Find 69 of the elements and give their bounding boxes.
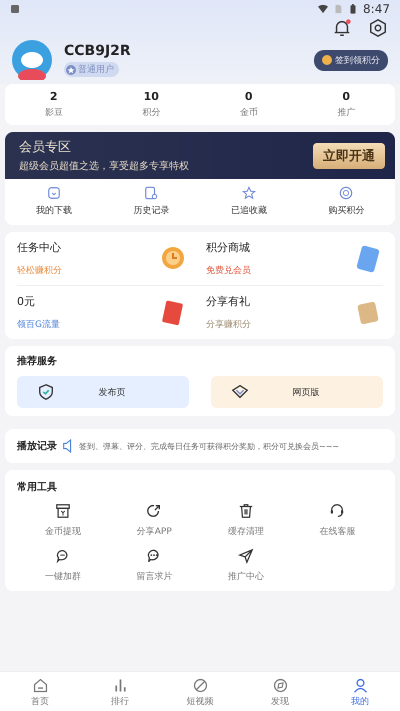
- speaker-icon: [62, 439, 74, 453]
- user-level-badge: 普通用户: [64, 62, 119, 77]
- home-icon: [32, 677, 48, 694]
- stat-value: 2: [50, 90, 58, 103]
- coin-icon: [322, 55, 332, 65]
- service-button[interactable]: 发布页: [17, 376, 189, 408]
- no-sim-icon: [333, 4, 344, 14]
- stat-label: 影豆: [44, 106, 63, 119]
- trash-icon: [238, 503, 254, 519]
- section-title: 推荐服务: [17, 354, 58, 368]
- stat-label: 积分: [142, 106, 160, 119]
- paper-plane-icon: [238, 548, 254, 564]
- vip-banner[interactable]: 会员专区 超级会员超值之选，享受超多专享特权 立即开通: [5, 132, 395, 179]
- sign-in-button[interactable]: 签到领积分: [314, 50, 388, 70]
- tool-label[interactable]: 留言求片: [136, 570, 172, 583]
- feature-subtitle: 领百G流量: [17, 318, 61, 331]
- compass-icon: [272, 677, 288, 694]
- avatar[interactable]: [12, 40, 52, 80]
- share-icon: [146, 503, 162, 519]
- diamond-icon: [231, 383, 249, 401]
- feature-title[interactable]: 积分商城: [206, 240, 353, 255]
- shortcut-label[interactable]: 已追收藏: [230, 204, 267, 217]
- bell-icon[interactable]: [332, 18, 352, 38]
- tool-label[interactable]: 缓存清理: [228, 525, 264, 538]
- nav-tab[interactable]: 发现: [240, 677, 320, 708]
- stat-label: 金币: [240, 106, 258, 119]
- stat-value: 0: [342, 90, 350, 103]
- service-button[interactable]: 网页版: [211, 376, 383, 408]
- shortcut-label[interactable]: 我的下载: [36, 204, 72, 217]
- slashed-circle-icon: [192, 677, 208, 694]
- person-icon: [352, 677, 368, 694]
- feature-title[interactable]: 0元: [17, 294, 158, 309]
- stat-label: 推广: [337, 106, 356, 119]
- document-icon: [144, 186, 158, 200]
- stat-value: 10: [144, 90, 159, 103]
- feature-subtitle: 分享赚积分: [206, 318, 252, 331]
- announcement-text: 签到、弹幕、评分、完成每日任务可获得积分奖励，积分可兑换会员~~~: [79, 440, 340, 452]
- user-name: CCB9J2R: [64, 43, 131, 59]
- star-icon: [242, 186, 256, 200]
- section-title: 常用工具: [17, 480, 58, 494]
- tool-label[interactable]: 在线客服: [319, 525, 356, 538]
- wallet-icon: [54, 503, 71, 519]
- wifi-icon: [318, 4, 328, 14]
- headset-icon: [329, 503, 346, 519]
- download-icon: [46, 186, 61, 200]
- battery-icon: [348, 4, 358, 14]
- nav-tab[interactable]: 首页: [0, 677, 80, 708]
- tool-label[interactable]: 一键加群: [44, 570, 81, 583]
- activate-button[interactable]: 立即开通: [313, 142, 385, 168]
- tool-label[interactable]: 金币提现: [44, 525, 81, 538]
- feature-title[interactable]: 分享有礼: [206, 294, 353, 309]
- coin-icon: [339, 186, 354, 200]
- nav-tab[interactable]: 我的: [320, 677, 400, 708]
- shield-check-icon: [37, 383, 55, 401]
- shortcut-label[interactable]: 历史记录: [133, 204, 170, 217]
- feature-title[interactable]: 任务中心: [17, 240, 158, 255]
- tool-label[interactable]: 分享APP: [136, 525, 172, 538]
- feature-subtitle: 免费兑会员: [206, 264, 252, 277]
- nav-tab[interactable]: 排行: [80, 677, 160, 708]
- section-title: 播放记录: [17, 440, 57, 453]
- tool-label[interactable]: 推广中心: [228, 570, 264, 583]
- shortcut-label[interactable]: 购买积分: [328, 204, 364, 217]
- vip-subtitle: 超级会员超值之选，享受超多专享特权: [19, 160, 190, 173]
- settings-icon[interactable]: [368, 18, 388, 38]
- vip-title: 会员专区: [19, 139, 72, 156]
- status-time: 8:47: [363, 2, 390, 16]
- feature-subtitle: 轻松赚积分: [17, 264, 63, 277]
- stat-value: 0: [244, 90, 253, 103]
- nav-tab[interactable]: 短视频: [160, 677, 240, 708]
